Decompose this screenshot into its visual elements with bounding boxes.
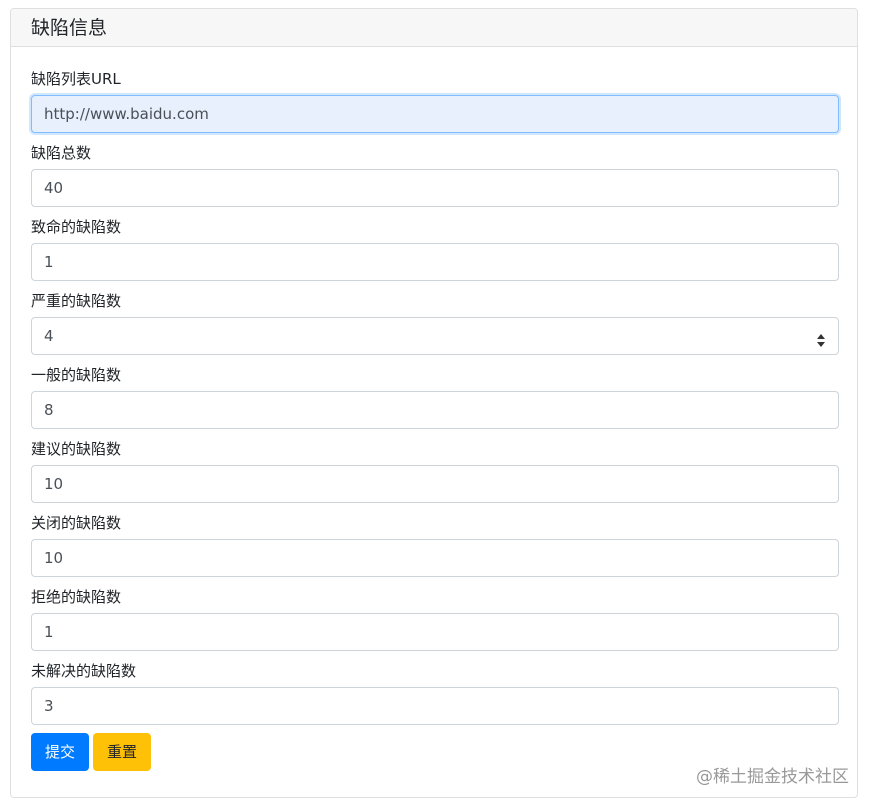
- card-title: 缺陷信息: [31, 17, 108, 39]
- normal-defects-input[interactable]: [31, 391, 839, 429]
- rejected-defects-label: 拒绝的缺陷数: [31, 588, 122, 606]
- closed-defects-input[interactable]: [31, 539, 839, 577]
- unresolved-defects-input[interactable]: [31, 687, 839, 725]
- severe-defects-input[interactable]: [31, 317, 839, 355]
- fatal-defects-input[interactable]: [31, 243, 839, 281]
- defect-info-card: 缺陷信息 缺陷列表URL 缺陷总数 致命的缺陷数 严重的缺陷数 一般的缺陷数 建…: [10, 8, 858, 798]
- severe-defects-label: 严重的缺陷数: [31, 292, 122, 310]
- field-suggested-defects: 建议的缺陷数: [31, 439, 839, 503]
- field-unresolved-defects: 未解决的缺陷数: [31, 661, 839, 725]
- unresolved-defects-label: 未解决的缺陷数: [31, 662, 137, 680]
- field-fatal-defects: 致命的缺陷数: [31, 217, 839, 281]
- watermark: @稀土掘金技术社区: [696, 767, 849, 787]
- fatal-defects-label: 致命的缺陷数: [31, 218, 122, 236]
- field-severe-defects: 严重的缺陷数: [31, 291, 839, 355]
- suggested-defects-label: 建议的缺陷数: [31, 440, 122, 458]
- total-defects-label: 缺陷总数: [31, 144, 92, 162]
- submit-button[interactable]: 提交: [31, 733, 89, 771]
- normal-defects-label: 一般的缺陷数: [31, 366, 122, 384]
- defect-list-url-input[interactable]: [31, 95, 839, 133]
- suggested-defects-input[interactable]: [31, 465, 839, 503]
- field-total-defects: 缺陷总数: [31, 143, 839, 207]
- field-normal-defects: 一般的缺陷数: [31, 365, 839, 429]
- field-rejected-defects: 拒绝的缺陷数: [31, 587, 839, 651]
- severe-defects-stepper: [31, 317, 839, 355]
- total-defects-input[interactable]: [31, 169, 839, 207]
- closed-defects-label: 关闭的缺陷数: [31, 514, 122, 532]
- defect-list-url-label: 缺陷列表URL: [31, 70, 121, 88]
- spinner-down-icon[interactable]: [817, 341, 825, 347]
- card-header: 缺陷信息: [11, 9, 857, 47]
- reset-button[interactable]: 重置: [93, 733, 151, 771]
- field-defect-list-url: 缺陷列表URL: [31, 69, 839, 133]
- rejected-defects-input[interactable]: [31, 613, 839, 651]
- field-closed-defects: 关闭的缺陷数: [31, 513, 839, 577]
- spinner-up-icon[interactable]: [817, 333, 825, 339]
- spinner-arrows-icon[interactable]: [816, 332, 826, 348]
